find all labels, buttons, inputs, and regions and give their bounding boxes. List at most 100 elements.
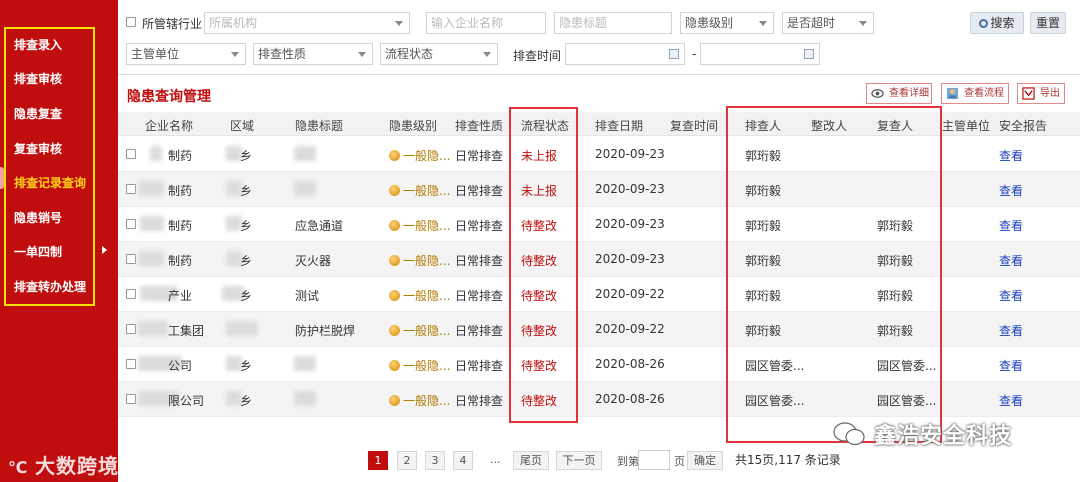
hazard-level-text: 一般隐... — [403, 289, 451, 303]
org-select[interactable]: 所属机构 — [204, 12, 410, 34]
column-header[interactable]: 复查时间 — [670, 117, 718, 134]
industry-checkbox[interactable] — [126, 17, 136, 27]
status-column-annotation — [509, 107, 578, 423]
row-checkbox[interactable] — [126, 149, 136, 159]
cell-nature: 日常排查 — [455, 219, 504, 233]
end-date-input[interactable] — [700, 43, 820, 65]
view-report-link[interactable]: 查看 — [999, 252, 1023, 269]
cell-company: 工集团 — [168, 324, 205, 338]
column-header[interactable]: 排查日期 — [595, 117, 643, 134]
cell-title: 灭火器 — [295, 254, 332, 268]
watermark-logo: ℃ 大数跨境 — [8, 454, 119, 478]
page-button[interactable]: 1 — [368, 451, 388, 470]
cell-region: 乡 — [240, 359, 253, 373]
cell-level: 一般隐... — [389, 147, 450, 164]
hazard-level-text: 一般隐... — [403, 254, 451, 268]
cell-level: 一般隐... — [389, 182, 450, 199]
sidebar-item-inspection-entry[interactable]: 排查录入 — [14, 36, 62, 53]
row-checkbox[interactable] — [126, 254, 136, 264]
page-unit-label: 页 — [674, 455, 685, 468]
search-icon — [979, 19, 989, 28]
next-page-button[interactable]: 下一页 — [556, 451, 602, 470]
inspection-nature-select[interactable]: 排查性质 — [253, 43, 373, 65]
search-button[interactable]: 搜索 — [970, 12, 1024, 34]
page-button[interactable]: 3 — [425, 451, 445, 470]
reset-button[interactable]: 重置 — [1030, 12, 1066, 34]
row-checkbox[interactable] — [126, 394, 136, 404]
calendar-icon[interactable] — [669, 49, 679, 59]
start-date-input[interactable] — [565, 43, 685, 65]
row-checkbox[interactable] — [126, 219, 136, 229]
overdue-select[interactable]: 是否超时 — [782, 12, 874, 34]
column-header[interactable]: 安全报告 — [999, 117, 1047, 134]
view-report-link[interactable]: 查看 — [999, 322, 1023, 339]
cell-company: 制药 — [168, 219, 193, 233]
redacted-text — [294, 391, 316, 406]
export-button[interactable]: 导出 — [1017, 83, 1065, 104]
cell-company: 产业 — [168, 289, 193, 303]
view-report-link[interactable]: 查看 — [999, 392, 1023, 409]
view-report-link[interactable]: 查看 — [999, 147, 1023, 164]
column-header[interactable]: 隐患标题 — [295, 117, 343, 134]
row-checkbox[interactable] — [126, 359, 136, 369]
chevron-down-icon — [231, 52, 239, 57]
hazard-level-text: 一般隐... — [403, 184, 451, 198]
hazard-level-text: 一般隐... — [403, 149, 451, 163]
inspection-time-label: 排查时间 — [513, 49, 562, 63]
goto-page-input[interactable] — [638, 450, 670, 470]
sidebar-item-inspection-review[interactable]: 排查审核 — [14, 70, 62, 87]
page-button[interactable]: 4 — [453, 451, 473, 470]
personnel-columns-annotation — [726, 106, 942, 443]
row-checkbox[interactable] — [126, 324, 136, 334]
cell-region: 乡 — [240, 219, 253, 233]
column-header[interactable]: 企业名称 — [145, 117, 193, 134]
sidebar-item-transfer-handling[interactable]: 排查转办处理 — [14, 278, 86, 295]
hazard-level-select[interactable]: 隐患级别 — [680, 12, 774, 34]
sidebar-item-recheck-review[interactable]: 复查审核 — [14, 140, 62, 157]
page-button[interactable]: 2 — [397, 451, 417, 470]
search-button-label: 搜索 — [990, 16, 1015, 30]
sidebar-item-hazard-closure[interactable]: 隐患销号 — [14, 209, 62, 226]
view-report-link[interactable]: 查看 — [999, 217, 1023, 234]
column-header[interactable]: 排查性质 — [455, 117, 503, 134]
cell-date: 2020-09-23 — [595, 147, 665, 161]
cell-level: 一般隐... — [389, 287, 450, 304]
row-checkbox[interactable] — [126, 289, 136, 299]
redacted-text — [294, 146, 316, 161]
export-icon — [1022, 87, 1035, 100]
redacted-text — [140, 216, 164, 231]
hazard-level-icon — [389, 360, 400, 371]
column-header[interactable]: 隐患级别 — [389, 117, 437, 134]
view-report-link[interactable]: 查看 — [999, 287, 1023, 304]
sidebar-item-record-query[interactable]: 排查记录查询 — [14, 174, 86, 191]
cell-date: 2020-09-23 — [595, 182, 665, 196]
calendar-icon[interactable] — [804, 49, 814, 59]
main-content: 所管辖行业 所属机构 输入企业名称 隐患标题 隐患级别 是否超时 搜索 重置 主… — [118, 0, 1080, 482]
goto-confirm-button[interactable]: 确定 — [687, 451, 723, 470]
view-flow-button[interactable]: 查看流程 — [941, 83, 1009, 104]
eye-icon — [871, 89, 884, 98]
last-page-button[interactable]: 尾页 — [513, 451, 549, 470]
view-detail-button[interactable]: 查看详细 — [866, 83, 932, 104]
process-status-text: 流程状态 — [385, 47, 434, 61]
cell-region: 乡 — [240, 394, 253, 408]
cell-nature: 日常排查 — [455, 359, 504, 373]
row-checkbox[interactable] — [126, 184, 136, 194]
redacted-text — [138, 181, 164, 196]
hazard-title-input[interactable]: 隐患标题 — [554, 12, 672, 34]
column-header[interactable]: 区域 — [230, 117, 254, 134]
view-report-link[interactable]: 查看 — [999, 357, 1023, 374]
column-header[interactable]: 主管单位 — [942, 117, 990, 134]
cell-nature: 日常排查 — [455, 394, 504, 408]
cell-date: 2020-09-22 — [595, 322, 665, 336]
company-name-input[interactable]: 输入企业名称 — [426, 12, 546, 34]
supervising-unit-text: 主管单位 — [131, 47, 180, 61]
sidebar-item-one-list-four-systems[interactable]: 一单四制 — [14, 243, 62, 260]
supervising-unit-select[interactable]: 主管单位 — [126, 43, 246, 65]
record-summary: 共15页,117 条记录 — [735, 453, 841, 467]
sidebar-item-hazard-recheck[interactable]: 隐患复查 — [14, 105, 62, 122]
view-report-link[interactable]: 查看 — [999, 182, 1023, 199]
process-status-select[interactable]: 流程状态 — [380, 43, 498, 65]
cell-nature: 日常排查 — [455, 254, 504, 268]
cell-date: 2020-08-26 — [595, 392, 665, 406]
